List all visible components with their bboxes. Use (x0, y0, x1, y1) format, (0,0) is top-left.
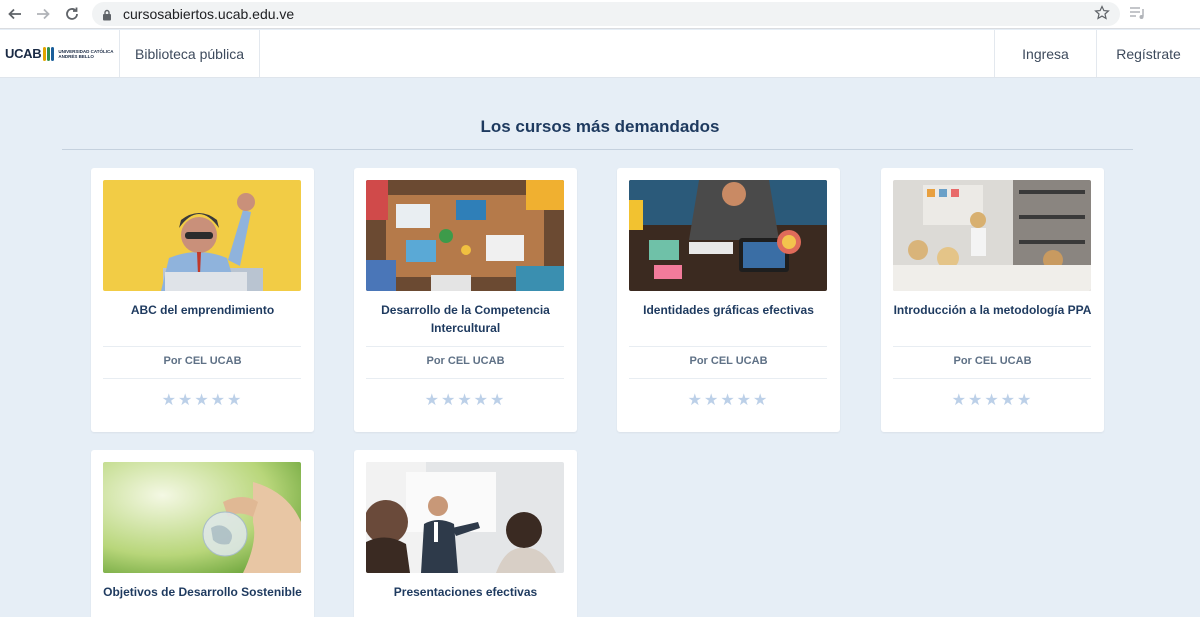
course-author: Por CEL UCAB (163, 355, 242, 367)
logo-subtitle: UNIVERSIDAD CATÓLICA ANDRÉS BELLO (58, 48, 114, 59)
lock-icon (102, 8, 112, 26)
course-image-team-table[interactable] (366, 180, 564, 291)
course-card[interactable]: Desarrollo de la Competencia Intercultur… (354, 168, 577, 432)
forward-icon[interactable] (33, 4, 53, 24)
reload-icon[interactable] (62, 4, 82, 24)
divider (629, 378, 827, 379)
course-image-office-meeting[interactable] (893, 180, 1091, 291)
media-playlist-icon[interactable] (1129, 5, 1147, 26)
course-title[interactable]: Introducción a la metodología PPA (889, 301, 1096, 319)
course-image-glass-globe[interactable] (103, 462, 301, 573)
logo-mark-icon (43, 46, 55, 61)
course-card[interactable]: Introducción a la metodología PPA Por CE… (881, 168, 1104, 432)
rating-stars-icon: ★★★★★ (951, 390, 1034, 409)
divider (366, 346, 564, 347)
rating-stars-icon: ★★★★★ (424, 390, 507, 409)
course-image-designer-desk[interactable] (629, 180, 827, 291)
divider (629, 346, 827, 347)
register-link[interactable]: Regístrate (1096, 30, 1200, 77)
ucab-logo[interactable]: UCAB UNIVERSIDAD CATÓLICA ANDRÉS BELLO (0, 30, 120, 77)
rating-stars-icon: ★★★★★ (161, 390, 244, 409)
browser-toolbar: cursosabiertos.ucab.edu.ve (0, 0, 1200, 29)
course-author: Por CEL UCAB (689, 355, 768, 367)
divider (103, 378, 301, 379)
address-bar[interactable]: cursosabiertos.ucab.edu.ve (92, 2, 1120, 26)
logo-text: UCAB (5, 46, 42, 61)
nav-biblioteca-publica[interactable]: Biblioteca pública (120, 30, 260, 77)
rating-stars-icon: ★★★★★ (687, 390, 770, 409)
course-image-entrepreneur[interactable] (103, 180, 301, 291)
section-title: Los cursos más demandados (480, 117, 720, 136)
back-icon[interactable] (5, 4, 25, 24)
divider (893, 346, 1091, 347)
course-author: Por CEL UCAB (426, 355, 505, 367)
section-divider (62, 149, 1133, 150)
course-title[interactable]: Presentaciones efectivas (362, 583, 569, 601)
course-title[interactable]: Desarrollo de la Competencia Intercultur… (362, 301, 569, 337)
course-title[interactable]: Objetivos de Desarrollo Sostenible (99, 583, 306, 601)
course-card[interactable]: ABC del emprendimiento Por CEL UCAB ★★★★… (91, 168, 314, 432)
login-link[interactable]: Ingresa (994, 30, 1096, 77)
course-title[interactable]: Identidades gráficas efectivas (625, 301, 832, 319)
course-title[interactable]: ABC del emprendimiento (99, 301, 306, 319)
course-card[interactable]: Objetivos de Desarrollo Sostenible (91, 450, 314, 617)
bookmark-star-icon[interactable] (1094, 5, 1110, 26)
course-card[interactable]: Identidades gráficas efectivas Por CEL U… (617, 168, 840, 432)
divider (366, 378, 564, 379)
url-text: cursosabiertos.ucab.edu.ve (123, 6, 295, 22)
site-header: UCAB UNIVERSIDAD CATÓLICA ANDRÉS BELLO B… (0, 30, 1200, 78)
divider (893, 378, 1091, 379)
course-author: Por CEL UCAB (953, 355, 1032, 367)
course-card[interactable]: Presentaciones efectivas (354, 450, 577, 617)
course-image-presenter[interactable] (366, 462, 564, 573)
divider (103, 346, 301, 347)
